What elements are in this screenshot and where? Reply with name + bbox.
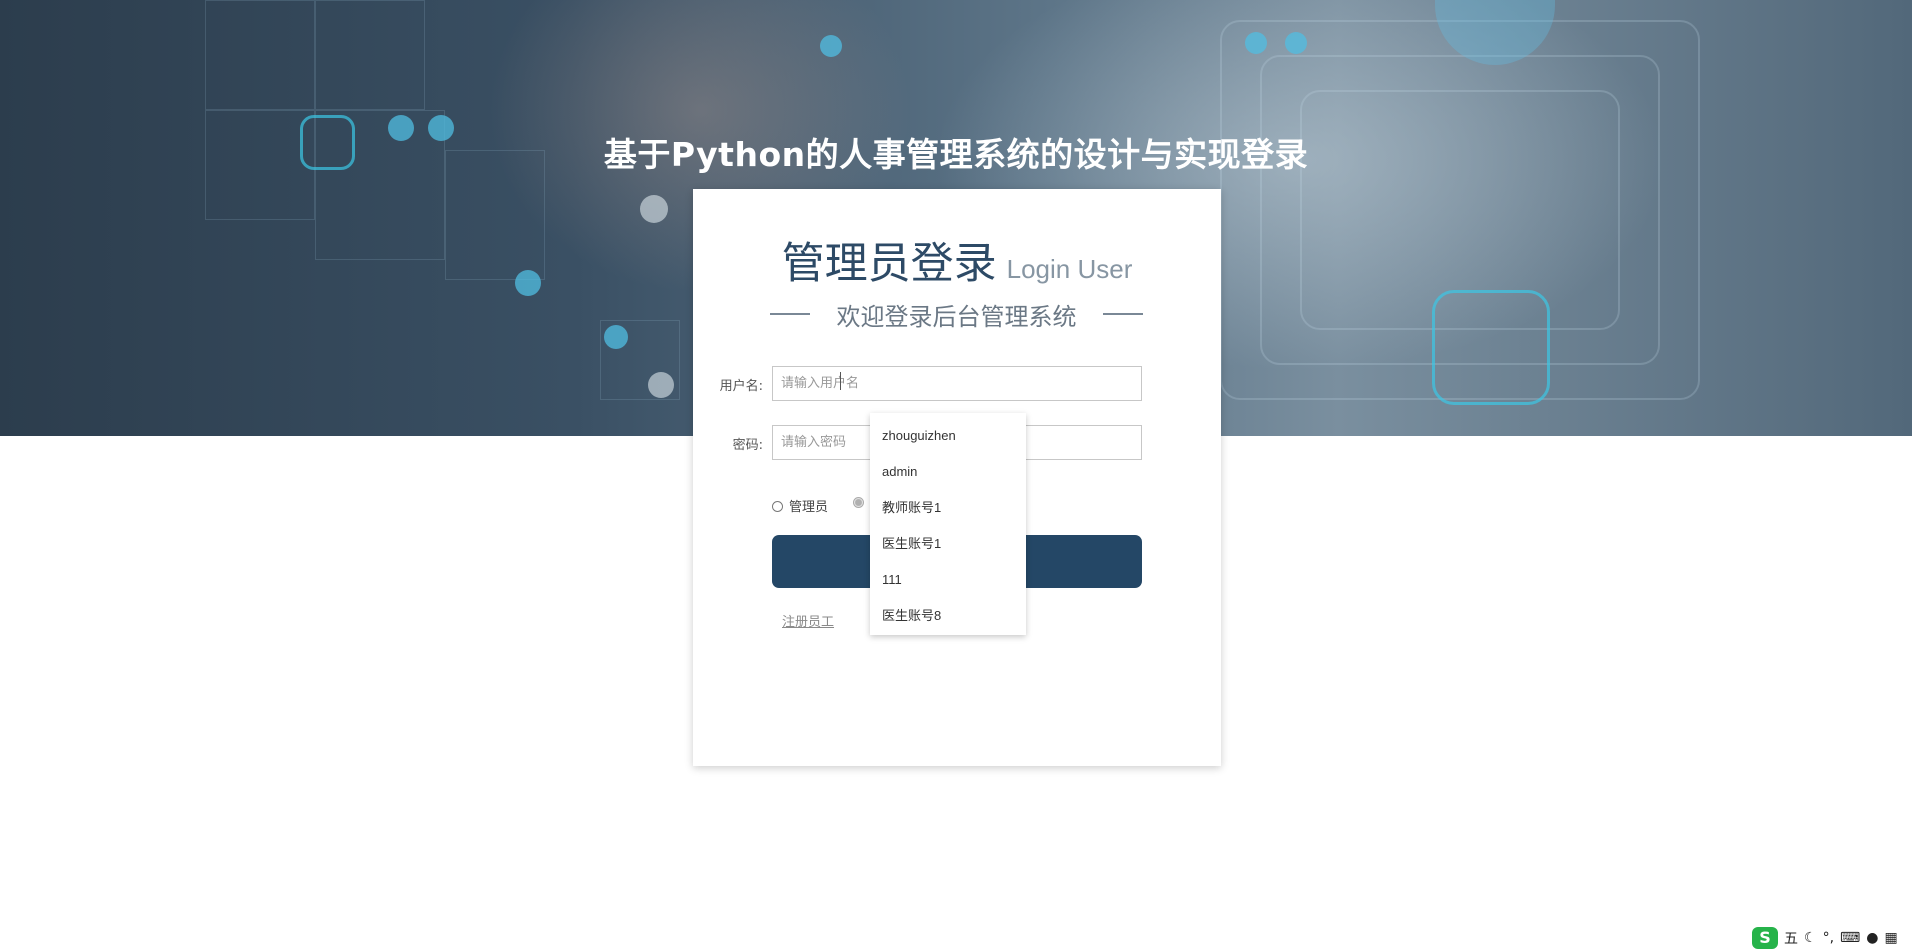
password-label: 密码: xyxy=(732,438,763,453)
card-title: 管理员登录 Login User xyxy=(693,229,1221,291)
card-subtitle: 欢迎登录后台管理系统 xyxy=(770,293,1143,333)
role-radio-admin[interactable]: 管理员 xyxy=(772,496,828,515)
username-label: 用户名: xyxy=(719,379,763,394)
decor-dot xyxy=(820,35,842,57)
ime-mode[interactable]: 五 xyxy=(1784,928,1798,948)
register-link[interactable]: 注册员工 xyxy=(782,611,834,630)
decor-grid xyxy=(205,0,315,110)
ime-logo-icon[interactable]: S xyxy=(1752,927,1778,949)
punctuation-icon[interactable]: °, xyxy=(1823,930,1834,946)
autocomplete-option[interactable]: admin xyxy=(870,454,1026,490)
decor-grid xyxy=(315,0,425,110)
decor-dot xyxy=(648,372,674,398)
role-radio-other[interactable] xyxy=(853,496,870,511)
ime-toolbar[interactable]: S 五 ☾ °, ⌨ ● ▦ xyxy=(1752,926,1898,950)
page-title: 基于Python的人事管理系统的设计与实现登录 xyxy=(603,135,1309,174)
decor-tile xyxy=(1432,290,1550,405)
subtitle-text: 欢迎登录后台管理系统 xyxy=(836,303,1077,331)
radio-circle-checked xyxy=(853,497,864,508)
subtitle-divider-right xyxy=(1103,313,1143,315)
moon-icon[interactable]: ☾ xyxy=(1804,930,1817,946)
card-title-en: Login User xyxy=(1006,254,1133,284)
decor-dot xyxy=(604,325,628,349)
radio-circle xyxy=(772,501,783,512)
user-icon[interactable]: ● xyxy=(1866,930,1878,946)
decor-dot xyxy=(515,270,541,296)
card-title-text: 管理员登录 xyxy=(781,239,997,289)
autocomplete-option[interactable]: 111 xyxy=(870,562,1026,598)
username-autocomplete-dropdown: zhouguizhen admin 教师账号1 医生账号1 111 医生账号8 xyxy=(870,413,1026,635)
role-radio-label: 管理员 xyxy=(789,500,829,515)
username-input[interactable]: 请输入用户名 xyxy=(772,366,1142,401)
keyboard-icon[interactable]: ⌨ xyxy=(1840,930,1860,946)
autocomplete-option[interactable]: 医生账号8 xyxy=(870,598,1026,634)
decor-dot xyxy=(640,195,668,223)
grid-icon[interactable]: ▦ xyxy=(1884,930,1897,946)
text-cursor xyxy=(840,372,841,390)
autocomplete-option[interactable]: 医生账号1 xyxy=(870,526,1026,562)
autocomplete-option[interactable]: zhouguizhen xyxy=(870,418,1026,454)
autocomplete-option[interactable]: 教师账号1 xyxy=(870,490,1026,526)
